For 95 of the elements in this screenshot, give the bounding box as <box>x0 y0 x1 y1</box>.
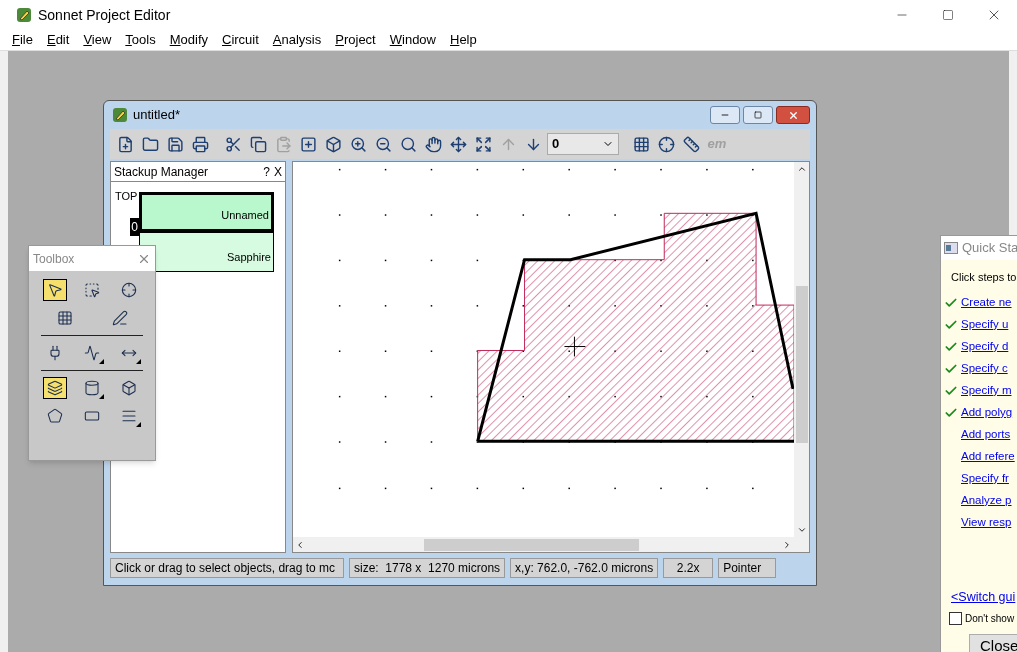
reshape-icon <box>84 282 100 298</box>
crosshair-cursor-icon <box>563 336 586 357</box>
submenu-triangle-icon <box>135 422 141 427</box>
move-arrows-icon <box>449 135 467 153</box>
vertical-scrollbar[interactable] <box>794 162 809 537</box>
scroll-left-icon[interactable] <box>295 539 305 550</box>
panel-close-button[interactable]: X <box>274 162 282 181</box>
zoom-fit-icon <box>474 135 492 153</box>
window-title: Sonnet Project Editor <box>38 5 171 25</box>
menu-item[interactable]: Window <box>389 30 436 50</box>
window-icon <box>944 242 958 254</box>
crosshair-icon <box>657 135 675 153</box>
layer-dropdown[interactable]: 0 <box>547 133 619 155</box>
close-icon <box>787 109 799 121</box>
pointer-tool[interactable] <box>43 279 68 301</box>
scroll-down-icon[interactable] <box>796 525 807 535</box>
instruction-text: Click steps to <box>950 270 1017 285</box>
snap-grid-icon <box>56 310 73 326</box>
status-field: x,y: 762.0, -762.0 microns <box>510 557 659 578</box>
stackup-layer[interactable]: Sapphire <box>139 232 274 272</box>
submenu-triangle-icon <box>135 359 141 364</box>
step-link[interactable]: Specify d <box>961 337 1009 356</box>
dont-show-checkbox[interactable] <box>949 612 962 626</box>
add-point-icon <box>120 282 137 298</box>
zoom-out-icon <box>374 135 392 153</box>
checkbox-label: Don't show <box>965 612 1015 627</box>
ruler-icon <box>682 135 700 153</box>
submenu-triangle-icon <box>99 359 104 364</box>
submenu-triangle-icon <box>99 394 104 399</box>
status-field: Pointer <box>718 557 777 578</box>
top-label: TOP <box>115 189 139 204</box>
copy-icon <box>249 135 267 153</box>
close-button[interactable] <box>776 106 810 124</box>
panel-title: Stackup Manager <box>114 163 210 181</box>
switch-guide-link[interactable]: <Switch gui <box>941 587 1017 607</box>
metal-layer-tool[interactable] <box>43 377 68 399</box>
rectangle-icon <box>84 408 100 424</box>
scroll-right-icon[interactable] <box>782 539 792 550</box>
menu-item[interactable]: File <box>12 30 33 50</box>
scissors-icon <box>224 135 242 153</box>
pointer-icon <box>47 282 64 298</box>
cylinder-icon <box>84 380 100 396</box>
metal-layer-icon <box>47 380 64 396</box>
horizontal-scrollbar[interactable] <box>293 537 809 552</box>
minimize-button[interactable] <box>710 106 740 124</box>
zoom-in-icon <box>349 135 367 153</box>
step-link[interactable]: View resp <box>961 513 1012 532</box>
step-link[interactable]: Specify u <box>961 315 1009 334</box>
step-link[interactable]: Create ne <box>961 293 1012 312</box>
maximize-icon <box>942 9 954 21</box>
menu-item[interactable]: Tools <box>125 30 156 50</box>
menu-item[interactable]: Help <box>450 30 477 50</box>
menu-item[interactable]: Circuit <box>222 30 259 50</box>
status-field: 2.2x <box>663 557 714 578</box>
metal-polygon[interactable] <box>476 211 794 443</box>
paste-icon <box>274 135 292 153</box>
app-logo-icon <box>16 7 32 23</box>
new-file-icon <box>116 135 134 153</box>
step-link[interactable]: Analyze p <box>961 491 1012 510</box>
stackup-layer[interactable]: Unnamed <box>139 192 274 232</box>
polygon-icon <box>47 408 64 424</box>
zigzag-icon <box>84 345 100 361</box>
save-icon <box>166 135 184 153</box>
step-link[interactable]: Add refere <box>961 447 1015 466</box>
restore-button[interactable] <box>743 106 773 124</box>
magnifier-icon <box>399 135 417 153</box>
step-link[interactable]: Specify c <box>961 359 1008 378</box>
step-link[interactable]: Specify m <box>961 381 1012 400</box>
brick-icon <box>120 380 137 396</box>
new-box-icon <box>299 135 317 153</box>
menu-item[interactable]: Edit <box>46 30 70 50</box>
step-link[interactable]: Add ports <box>961 425 1011 444</box>
status-field: Click or drag to select objects, drag to mc <box>110 557 344 578</box>
document-title: untitled* <box>133 106 180 125</box>
cube-icon <box>324 135 342 153</box>
lines-icon <box>120 408 137 424</box>
step-link[interactable]: Add polyg <box>961 403 1013 422</box>
hand-icon <box>424 135 442 153</box>
scroll-up-icon[interactable] <box>796 164 807 174</box>
folder-icon <box>141 135 159 153</box>
toolbox-title: Toolbox <box>33 250 76 268</box>
status-field: size: 1778 x 1270 microns <box>349 557 506 578</box>
app-logo-icon <box>112 107 128 123</box>
step-link[interactable]: Specify fr <box>961 469 1009 488</box>
printer-icon <box>191 135 209 153</box>
level-label: 0 <box>130 218 139 236</box>
restore-icon <box>754 111 762 119</box>
help-button[interactable]: ? <box>263 162 270 181</box>
close-button[interactable]: Close <box>969 634 1017 652</box>
menu-item[interactable]: Modify <box>169 30 208 50</box>
menu-item[interactable]: Analysis <box>272 30 322 50</box>
menu-item[interactable]: Project <box>335 30 376 50</box>
pen-icon <box>111 310 128 326</box>
menu-item[interactable]: View <box>83 30 112 50</box>
grid-icon <box>632 135 650 153</box>
